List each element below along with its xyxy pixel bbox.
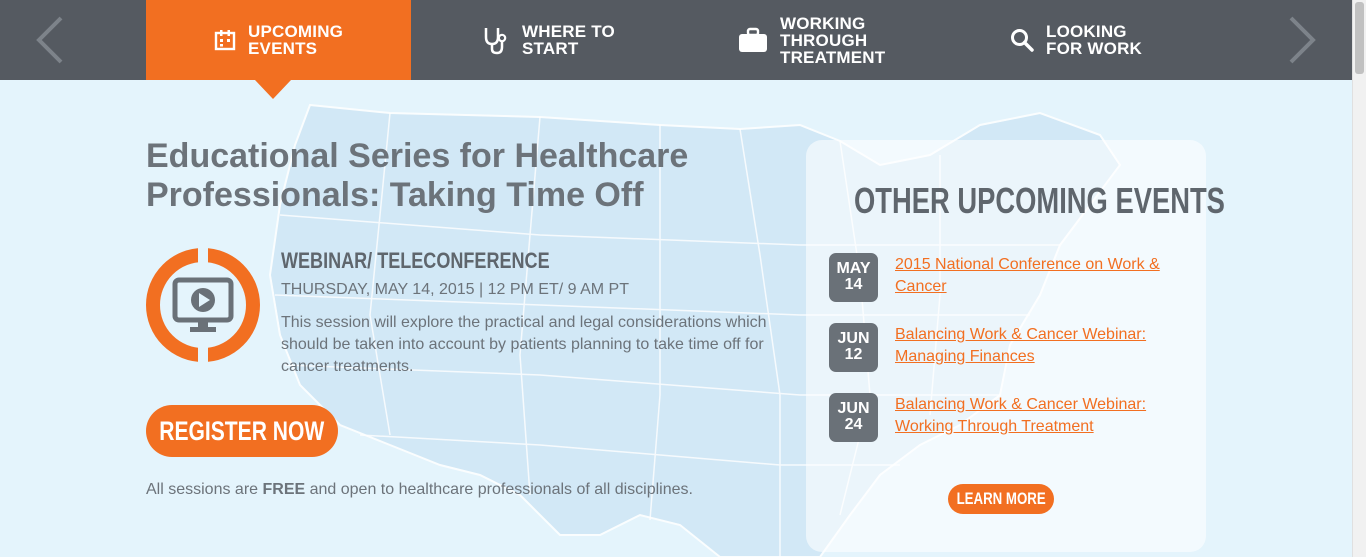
badge-month: JUN xyxy=(837,330,870,347)
event-date: THURSDAY, MAY 14, 2015 | 12 PM ET/ 9 AM … xyxy=(281,281,629,298)
previous-arrow-button[interactable] xyxy=(0,0,100,80)
tab-looking-for-work[interactable]: LOOKING FOR WORK xyxy=(1010,0,1210,80)
event-description: This session will explore the practical … xyxy=(281,314,767,375)
badge-day: 12 xyxy=(844,346,863,363)
learn-more-label: LEARN MORE xyxy=(956,489,1046,508)
active-tab-pointer xyxy=(255,80,291,99)
chevron-right-icon xyxy=(1289,16,1316,64)
event-title: Educational Series for Healthcare Profes… xyxy=(146,137,689,214)
next-arrow-button[interactable] xyxy=(1252,0,1352,80)
note-free: FREE xyxy=(262,481,306,498)
tab-where-to-start[interactable]: WHERE TO START xyxy=(480,0,690,80)
register-now-button[interactable]: REGISTER NOW xyxy=(146,405,338,457)
search-icon xyxy=(1010,28,1034,52)
note-prefix: All sessions are xyxy=(146,481,263,498)
tab-label: WORKING THROUGH TREATMENT xyxy=(780,13,886,67)
tab-working-through-treatment[interactable]: WORKING THROUGH TREATMENT xyxy=(738,0,938,80)
event-type: WEBINAR/ TELECONFERENCE xyxy=(281,248,550,273)
page-scrollbar[interactable] xyxy=(1352,0,1366,557)
list-item: JUN 24 Balancing Work & Cancer Webinar: … xyxy=(829,393,1189,443)
list-item: MAY 14 2015 National Conference on Work … xyxy=(829,253,1189,303)
learn-more-button[interactable]: LEARN MORE xyxy=(948,484,1054,514)
briefcase-icon xyxy=(738,27,768,53)
scrollbar-thumb[interactable] xyxy=(1355,2,1364,74)
date-badge: MAY 14 xyxy=(829,253,878,302)
badge-month: JUN xyxy=(837,400,870,417)
top-navigation: UPCOMING EVENTS WHERE TO START WORKING T… xyxy=(0,0,1352,80)
stethoscope-icon xyxy=(480,25,510,55)
badge-day: 14 xyxy=(844,276,863,293)
other-events-panel: OTHER UPCOMING EVENTS MAY 14 2015 Nation… xyxy=(806,140,1225,552)
event-link[interactable]: Balancing Work & Cancer Webinar: Working… xyxy=(895,394,1185,438)
note-suffix: and open to healthcare professionals of … xyxy=(305,481,693,498)
webinar-monitor-icon xyxy=(146,248,260,362)
calendar-icon xyxy=(214,29,236,51)
chevron-left-icon xyxy=(36,16,63,64)
register-now-label: REGISTER NOW xyxy=(159,415,325,446)
event-link[interactable]: 2015 National Conference on Work & Cance… xyxy=(895,254,1185,298)
tab-label: LOOKING FOR WORK xyxy=(1046,22,1143,58)
badge-day: 24 xyxy=(844,416,863,433)
tab-upcoming-events[interactable]: UPCOMING EVENTS xyxy=(146,0,411,80)
sessions-note: All sessions are FREE and open to health… xyxy=(146,480,693,500)
other-events-heading: OTHER UPCOMING EVENTS xyxy=(854,180,1225,221)
list-item: JUN 12 Balancing Work & Cancer Webinar: … xyxy=(829,323,1189,373)
tab-label: UPCOMING EVENTS xyxy=(248,22,344,58)
badge-month: MAY xyxy=(836,260,871,277)
event-link[interactable]: Balancing Work & Cancer Webinar: Managin… xyxy=(895,324,1185,368)
date-badge: JUN 24 xyxy=(829,393,878,442)
tab-label: WHERE TO START xyxy=(522,22,615,58)
date-badge: JUN 12 xyxy=(829,323,878,372)
